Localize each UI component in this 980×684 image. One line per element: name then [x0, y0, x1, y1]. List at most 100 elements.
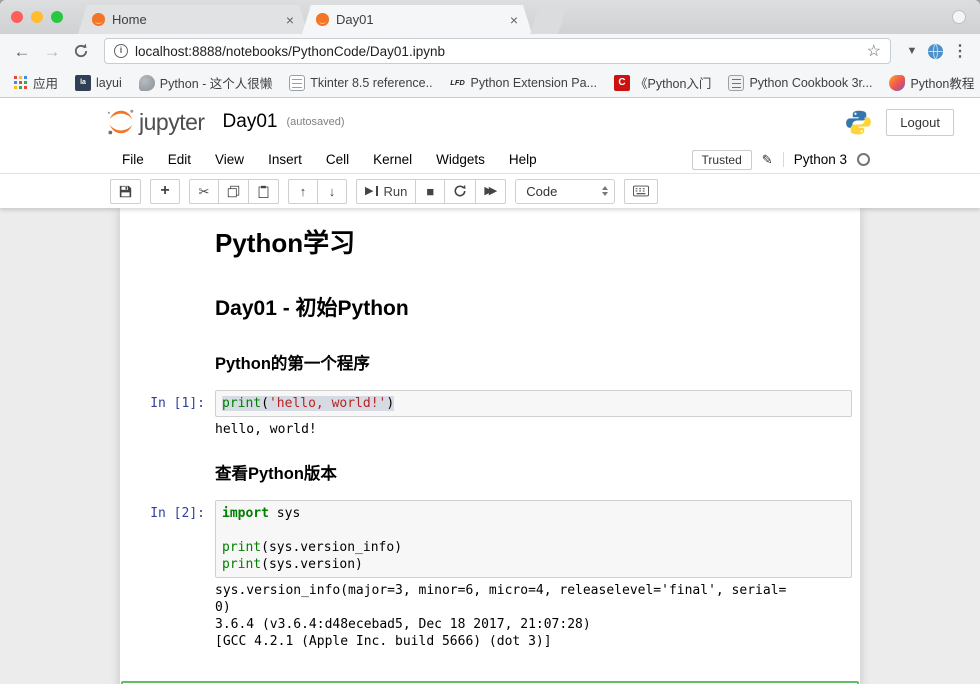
navigation-bar: ← → i localhost:8888/notebooks/PythonCod…: [0, 34, 980, 68]
command-palette-button[interactable]: [624, 179, 658, 204]
tab-close-icon[interactable]: ×: [286, 13, 294, 27]
restart-run-all-button[interactable]: ▶▶: [475, 179, 506, 204]
cut-cell-button[interactable]: ✂: [189, 179, 219, 204]
kernel-name[interactable]: Python 3: [794, 152, 847, 167]
menu-insert[interactable]: Insert: [256, 152, 314, 167]
bookmark-python-tutorial[interactable]: Python教程: [889, 73, 974, 92]
window-controls: [11, 11, 63, 23]
menu-help[interactable]: Help: [497, 152, 549, 167]
globe-extension-icon[interactable]: [927, 43, 944, 60]
notebook-h1: Python学习: [215, 223, 852, 260]
output-prompt: [120, 578, 215, 650]
code-token: print: [222, 396, 261, 411]
add-cell-button[interactable]: +: [150, 179, 180, 204]
bookmark-tkinter-reference[interactable]: Tkinter 8.5 reference..: [289, 75, 432, 91]
browser-window: Home × Day01 × ← → i localhost:8888/note…: [0, 0, 980, 684]
back-icon[interactable]: ←: [10, 43, 34, 60]
menu-view[interactable]: View: [203, 152, 256, 167]
markdown-cell[interactable]: Python的第一个程序: [120, 333, 860, 385]
cell-type-dropdown[interactable]: Code: [515, 179, 615, 204]
tab-label: Home: [112, 12, 147, 27]
address-bar[interactable]: i localhost:8888/notebooks/PythonCode/Da…: [104, 38, 891, 64]
feather-favicon: [889, 75, 905, 91]
logout-button[interactable]: Logout: [886, 109, 954, 136]
browser-menu-icon[interactable]: ⋮: [950, 41, 970, 61]
keyboard-icon: [633, 185, 649, 197]
tab-close-icon[interactable]: ×: [510, 13, 518, 27]
notebook-h3: Python的第一个程序: [215, 350, 852, 374]
jupyter-logo[interactable]: jupyter: [106, 106, 205, 138]
code-token: print: [222, 540, 261, 555]
bookmark-star-icon[interactable]: ☆: [867, 41, 881, 61]
page-info-icon[interactable]: i: [114, 44, 128, 58]
trusted-badge[interactable]: Trusted: [692, 150, 752, 170]
bookmarks-bar: 应用 la layui Python - 这个人很懒 Tkinter 8.5 r…: [0, 68, 980, 98]
notebook-h2: Day01 - 初始Python: [215, 292, 852, 322]
plus-icon: +: [160, 182, 169, 200]
forward-icon[interactable]: →: [40, 43, 64, 60]
titlebar: Home × Day01 ×: [0, 0, 980, 34]
close-window-button[interactable]: [11, 11, 23, 23]
code-cell-2[interactable]: In [2]: import sys print(sys.version_inf…: [120, 495, 860, 655]
copy-cell-button[interactable]: [218, 179, 249, 204]
jupyter-wordmark: jupyter: [139, 109, 205, 136]
menu-edit[interactable]: Edit: [156, 152, 203, 167]
code-input[interactable]: print('hello, world!'): [215, 390, 852, 417]
clipboard-icon: [257, 185, 270, 198]
bookmark-python-intro[interactable]: C 《Python入门: [614, 73, 711, 92]
move-cell-up-button[interactable]: ↑: [288, 179, 318, 204]
jupyter-menubar: File Edit View Insert Cell Kernel Widget…: [0, 146, 980, 174]
tab-home[interactable]: Home ×: [78, 5, 308, 34]
notebook-title[interactable]: Day01: [223, 111, 278, 133]
markdown-cell[interactable]: 查看Python版本: [120, 443, 860, 495]
step-forward-icon: ▶: [365, 186, 373, 197]
code-token: import: [222, 506, 269, 521]
bird-favicon: [139, 75, 155, 91]
minimize-window-button[interactable]: [31, 11, 43, 23]
menu-kernel[interactable]: Kernel: [361, 152, 424, 167]
code-token: (sys.version_info): [261, 540, 402, 555]
bookmark-python-extension[interactable]: LFD Python Extension Pa...: [450, 75, 597, 91]
arrow-down-icon: ↓: [329, 185, 336, 198]
code-input[interactable]: import sys print(sys.version_info) print…: [215, 500, 852, 578]
code-token: (sys.version): [261, 557, 363, 572]
code-token: 'hello, world!': [269, 396, 386, 411]
tab-day01[interactable]: Day01 ×: [302, 5, 532, 34]
bookmark-python-cookbook[interactable]: Python Cookbook 3r...: [728, 75, 872, 91]
code-token: (: [261, 396, 269, 411]
move-cell-down-button[interactable]: ↓: [317, 179, 347, 204]
menu-cell[interactable]: Cell: [314, 152, 361, 167]
markdown-cell[interactable]: Day01 - 初始Python: [120, 271, 860, 333]
stop-icon: ■: [426, 185, 434, 198]
reload-icon[interactable]: [70, 43, 92, 59]
markdown-cell[interactable]: Python学习: [120, 216, 860, 271]
restart-kernel-button[interactable]: [444, 179, 476, 204]
zoom-window-button[interactable]: [51, 11, 63, 23]
notebook-container: Python学习 Day01 - 初始Python Python的第一个程序 I…: [120, 208, 860, 684]
menu-widgets[interactable]: Widgets: [424, 152, 497, 167]
book-favicon: [728, 75, 744, 91]
jupyter-header: jupyter Day01 (autosaved) Logout: [0, 98, 980, 146]
menu-file[interactable]: File: [110, 152, 156, 167]
run-button[interactable]: ▶Run: [356, 179, 416, 204]
floppy-icon: [119, 185, 132, 198]
lfd-favicon: LFD: [450, 75, 466, 91]
notebook-h3: 查看Python版本: [215, 460, 852, 484]
save-button[interactable]: [110, 179, 141, 204]
input-prompt: In [1]:: [120, 390, 215, 417]
profile-avatar[interactable]: [952, 10, 966, 24]
output-prompt: [120, 417, 215, 438]
paste-cell-button[interactable]: [248, 179, 279, 204]
new-tab-button[interactable]: [530, 9, 566, 34]
document-favicon: [289, 75, 305, 91]
downloads-triangle-icon[interactable]: ▼: [903, 45, 921, 57]
url-text: localhost:8888/notebooks/PythonCode/Day0…: [135, 44, 445, 59]
bookmark-layui[interactable]: la layui: [75, 75, 122, 91]
bookmark-python-blog[interactable]: Python - 这个人很懒: [139, 73, 273, 92]
bookmark-apps[interactable]: 应用: [12, 73, 58, 92]
interrupt-kernel-button[interactable]: ■: [415, 179, 445, 204]
dropdown-stepper-icon: [602, 186, 608, 196]
code-cell-1[interactable]: In [1]: print('hello, world!') hello, wo…: [120, 385, 860, 443]
divider: [783, 152, 784, 167]
cell-output: sys.version_info(major=3, minor=6, micro…: [215, 582, 852, 650]
